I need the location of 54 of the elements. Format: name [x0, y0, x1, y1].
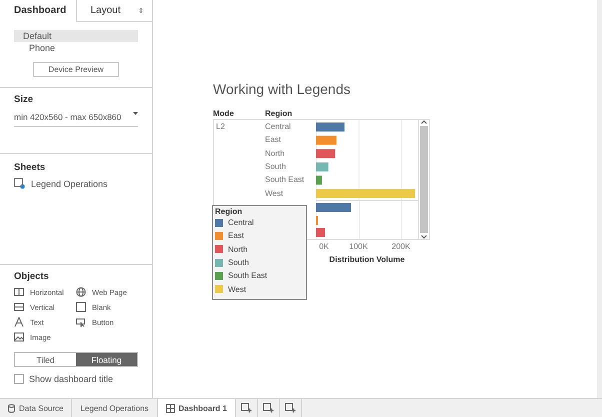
show-title-checkbox[interactable]: Show dashboard title: [14, 374, 138, 384]
add-sheet-icon: [241, 403, 252, 413]
scrollbar[interactable]: [418, 119, 430, 240]
section-title: Sheets: [14, 162, 46, 173]
device-preview-button[interactable]: Device Preview: [33, 62, 119, 77]
legend-label: North: [228, 244, 248, 254]
size-dropdown[interactable]: min 420x560 - max 650x860: [14, 110, 138, 127]
sheet-icon: [14, 178, 25, 189]
bar: [316, 149, 336, 158]
bar: [316, 176, 322, 185]
placement-toggle[interactable]: Floating: [76, 353, 137, 366]
horizontal-container-icon: [14, 287, 24, 297]
vertical-container-icon: [14, 302, 24, 312]
bar: [316, 162, 328, 172]
sheet-item[interactable]: Legend Operations: [14, 178, 138, 189]
chevron-up-icon: [421, 120, 427, 124]
region-label: East: [265, 135, 282, 144]
region-label: West: [265, 188, 284, 198]
blank-square-icon: [76, 302, 86, 312]
globe-icon: [76, 287, 86, 297]
legend-title: Region: [215, 207, 244, 216]
mode-label: L2: [216, 122, 225, 131]
legend-label: South: [228, 258, 249, 268]
legend-label: Central: [228, 218, 254, 228]
sheet-tab[interactable]: Dashboard 1: [158, 399, 236, 417]
device-item[interactable]: Phone: [14, 42, 138, 54]
cursor-button-icon: [76, 317, 86, 327]
legend-label: West: [228, 284, 246, 294]
region-label: South East: [265, 175, 304, 184]
axis-tick-label: 0K: [319, 242, 329, 251]
database-icon: [8, 404, 15, 412]
region-label: North: [265, 148, 285, 158]
dashboard-title: Working with Legends: [213, 81, 352, 97]
chevron-down-icon: [421, 235, 427, 239]
caret-down-icon: [133, 112, 138, 115]
legend-label: South East: [228, 271, 268, 280]
region-label: South: [265, 162, 286, 172]
grid-icon: [166, 404, 175, 412]
bar: [316, 136, 336, 145]
letter-a-icon: [14, 317, 24, 327]
section-title: Objects: [14, 271, 50, 282]
bar: [316, 122, 344, 132]
axis-title: Distribution Volume: [328, 255, 406, 264]
axis-tick-label: 100K: [349, 242, 368, 251]
device-item[interactable]: Default: [14, 30, 138, 42]
legend-label: East: [228, 231, 244, 240]
axis-tick-label: 200K: [392, 242, 410, 251]
image-icon: [14, 332, 24, 342]
region-label: Central: [265, 122, 291, 132]
sheet-tab[interactable]: Data Source: [0, 399, 72, 417]
section-title: Size: [14, 94, 34, 105]
column-header: Region: [265, 109, 292, 118]
column-header: Mode: [213, 109, 234, 118]
checkbox[interactable]: [14, 374, 24, 384]
